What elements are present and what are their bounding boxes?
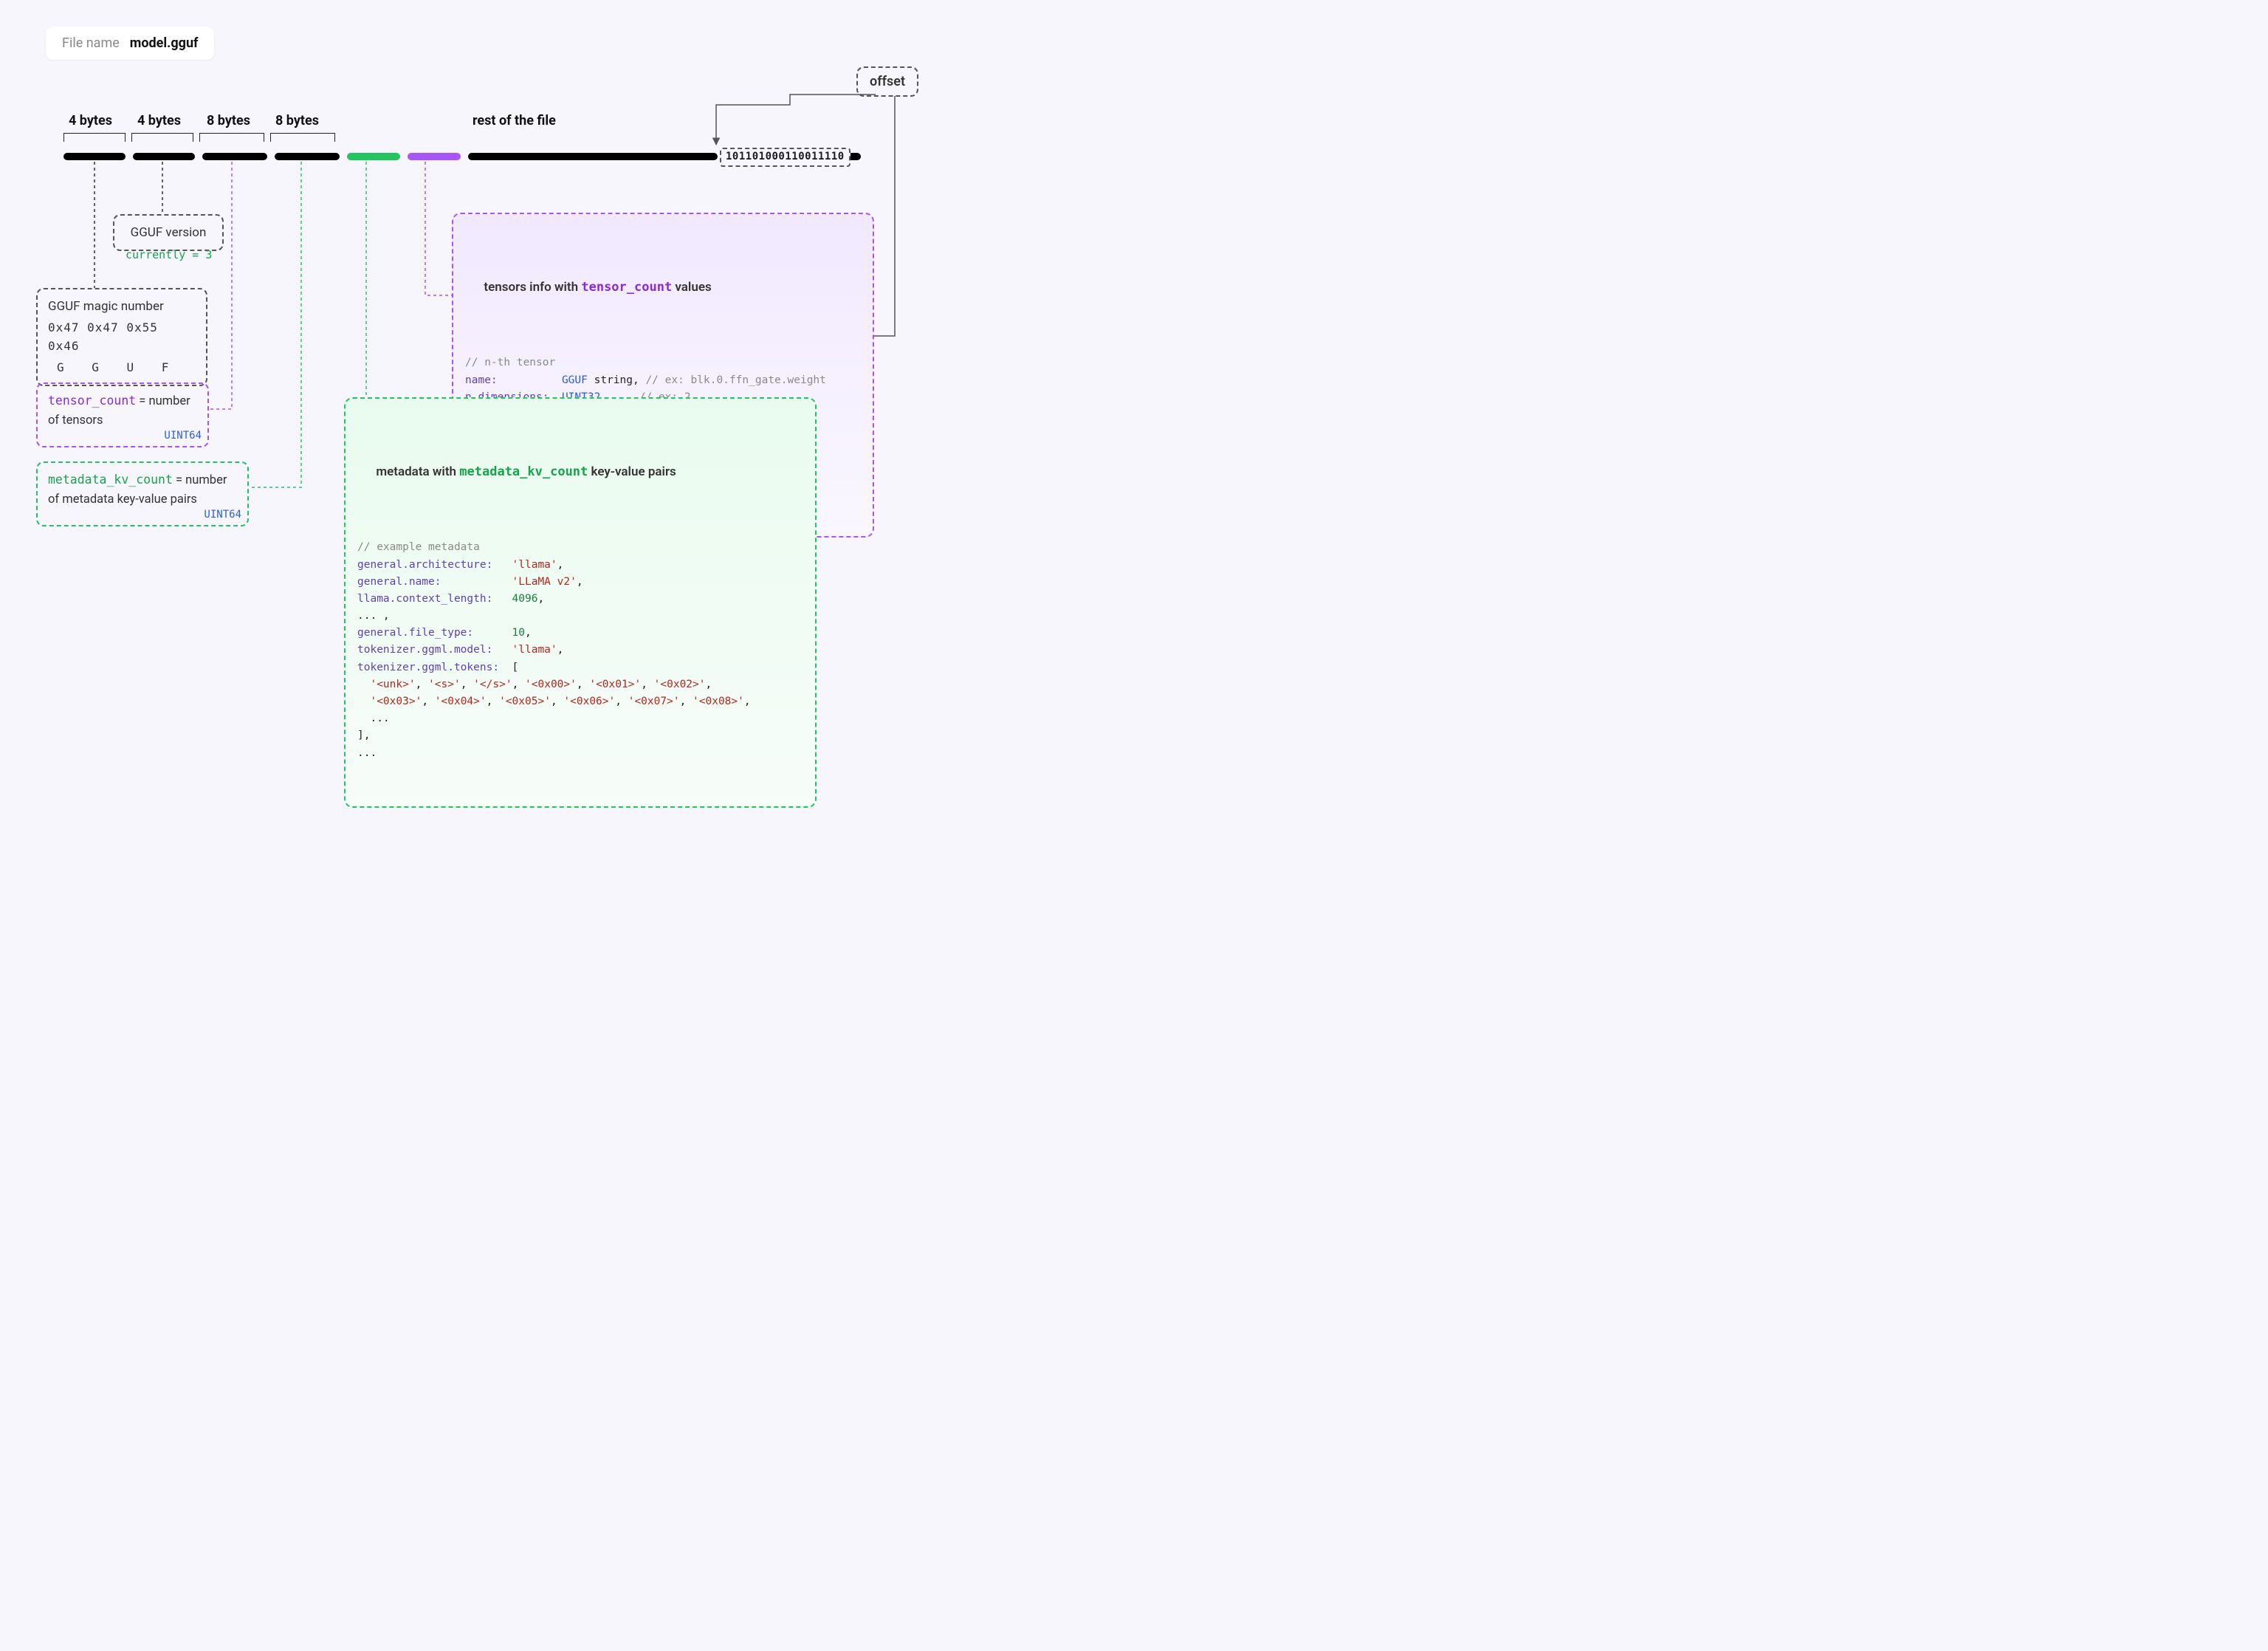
version-title: GGUF version	[125, 223, 212, 242]
tensors-row: // n-th tensor	[465, 354, 861, 371]
meta-count-code: metadata_kv_count	[48, 473, 173, 487]
tensor-count-type: UINT64	[164, 428, 202, 444]
meta-row: '<unk>', '<s>', '</s>', '<0x00>', '<0x01…	[357, 676, 803, 693]
box-gguf-version: GGUF version	[113, 214, 224, 251]
magic-hex: 0x47 0x47 0x55 0x46	[48, 319, 196, 356]
seg-meta-count	[275, 153, 340, 160]
seg-metadata	[347, 153, 400, 160]
meta-count-type: UINT64	[204, 507, 241, 524]
meta-row: ...	[357, 710, 803, 727]
meta-row: ... ,	[357, 608, 803, 625]
seg-tensors-info	[408, 153, 461, 160]
file-name-value: model.gguf	[130, 35, 199, 51]
seg-tensor-count	[202, 153, 267, 160]
size-label-8b: 8 bytes	[275, 113, 319, 128]
box-tensor-count: tensor_count = number of tensors UINT64	[36, 382, 209, 447]
meta-row: ...	[357, 745, 803, 762]
meta-row: tokenizer.ggml.tokens: [	[357, 659, 803, 676]
meta-row: general.file_type: 10,	[357, 625, 803, 642]
file-name-label: File name	[62, 35, 120, 51]
offset-chip: offset	[856, 66, 918, 97]
size-label-4b: 4 bytes	[137, 113, 181, 128]
meta-row: tokenizer.ggml.model: 'llama',	[357, 642, 803, 659]
size-label-4a: 4 bytes	[69, 113, 112, 128]
meta-row: ],	[357, 727, 803, 744]
meta-row: llama.context_length: 4096,	[357, 591, 803, 608]
meta-row: // example metadata	[357, 539, 803, 556]
tensor-count-code: tensor_count	[48, 394, 136, 408]
meta-row: general.name: 'LLaMA v2',	[357, 574, 803, 591]
seg-rest-a	[468, 153, 718, 160]
tensors-row: name: GGUF string, // ex: blk.0.ffn_gate…	[465, 372, 861, 389]
box-meta-count: metadata_kv_count = number of metadata k…	[36, 461, 249, 526]
size-label-rest: rest of the file	[472, 113, 556, 128]
magic-letters: G G U F	[48, 359, 196, 377]
file-name-pill: File name model.gguf	[46, 27, 214, 60]
tensors-panel-title: tensors info with tensor_count values	[465, 257, 861, 318]
offset-binary: 101101000110011110	[720, 148, 850, 167]
size-label-8a: 8 bytes	[207, 113, 250, 128]
box-gguf-magic: GGUF magic number 0x47 0x47 0x55 0x46 G …	[36, 288, 207, 386]
panel-metadata: metadata with metadata_kv_count key-valu…	[344, 397, 817, 808]
magic-title: GGUF magic number	[48, 297, 196, 316]
meta-panel-title: metadata with metadata_kv_count key-valu…	[357, 442, 803, 502]
meta-row: general.architecture: 'llama',	[357, 557, 803, 574]
seg-version	[133, 153, 195, 160]
seg-magic	[63, 153, 126, 160]
meta-row: '<0x03>', '<0x04>', '<0x05>', '<0x06>', …	[357, 693, 803, 710]
version-note: currently = 3	[126, 248, 212, 261]
